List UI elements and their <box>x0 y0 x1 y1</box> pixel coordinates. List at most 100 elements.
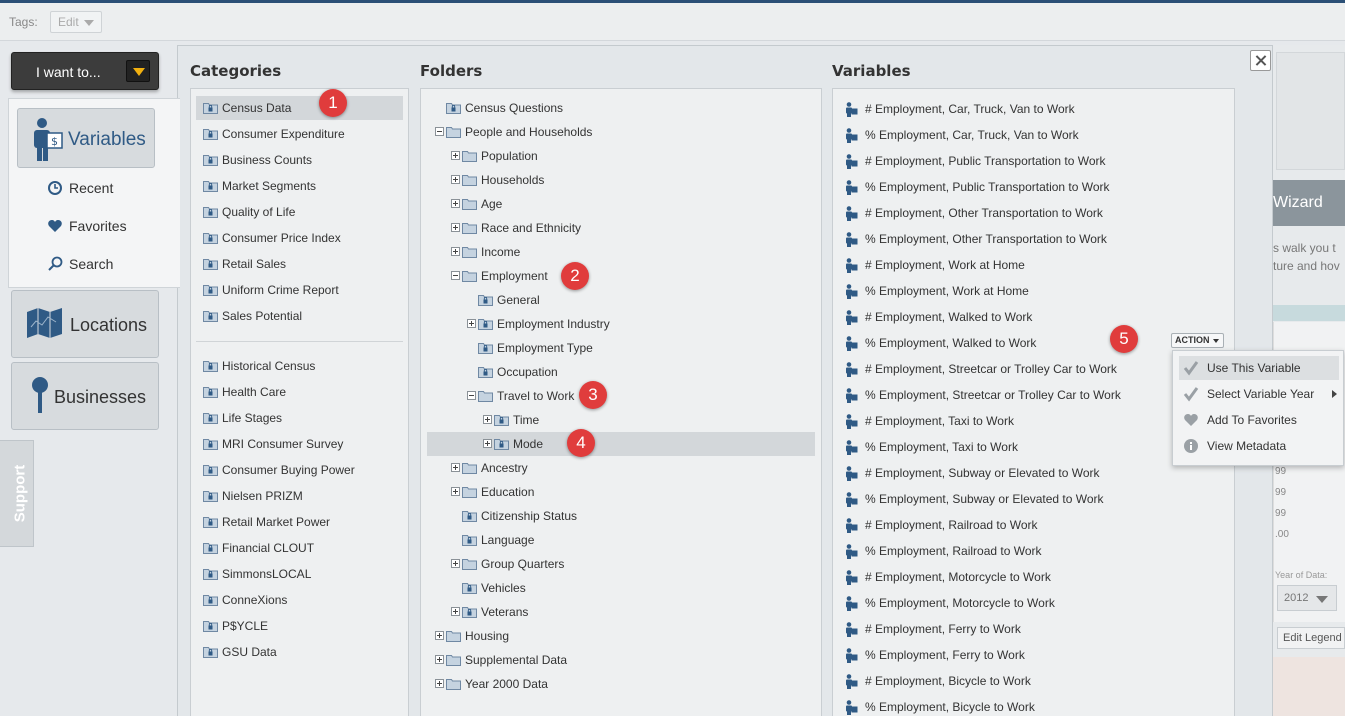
category-item[interactable]: Retail Market Power <box>196 510 403 534</box>
variable-item[interactable]: % Employment, Public Transportation to W… <box>839 175 1229 199</box>
variable-item[interactable]: % Employment, Taxi to Work <box>839 435 1229 459</box>
category-item[interactable]: Consumer Expenditure <box>196 122 403 146</box>
action-button[interactable]: ACTION <box>1171 333 1224 348</box>
variable-item[interactable]: # Employment, Streetcar or Trolley Car t… <box>839 357 1229 381</box>
nav-recent[interactable]: Recent <box>47 179 167 201</box>
variable-item[interactable]: # Employment, Other Transportation to Wo… <box>839 201 1229 225</box>
expand-icon[interactable] <box>451 199 460 208</box>
locations-nav-button[interactable]: Locations <box>11 290 159 358</box>
support-tab[interactable]: Support <box>0 440 34 547</box>
variable-item[interactable]: # Employment, Railroad to Work <box>839 513 1229 537</box>
collapse-icon[interactable] <box>435 127 444 136</box>
tags-edit-dropdown[interactable]: Edit <box>50 11 102 33</box>
expand-icon[interactable] <box>451 175 460 184</box>
folder-tree-item[interactable]: Year 2000 Data <box>427 672 815 696</box>
folder-tree-item[interactable]: General <box>427 288 815 312</box>
variable-item[interactable]: % Employment, Bicycle to Work <box>839 695 1229 716</box>
nav-favorites[interactable]: Favorites <box>47 217 167 239</box>
folder-tree-item[interactable]: Housing <box>427 624 815 648</box>
category-item[interactable]: Consumer Price Index <box>196 226 403 250</box>
expand-icon[interactable] <box>451 247 460 256</box>
category-item[interactable]: P$YCLE <box>196 614 403 638</box>
folder-tree-item[interactable]: Travel to Work <box>427 384 815 408</box>
menu-add-to-favorites[interactable]: Add To Favorites <box>1179 408 1339 432</box>
folder-tree-item[interactable]: Language <box>427 528 815 552</box>
variables-nav-button[interactable]: $ Variables <box>17 108 155 168</box>
category-item[interactable]: SimmonsLOCAL <box>196 562 403 586</box>
variable-item[interactable]: # Employment, Walked to Work <box>839 305 1229 329</box>
variable-item[interactable]: % Employment, Other Transportation to Wo… <box>839 227 1229 251</box>
category-item[interactable]: Consumer Buying Power <box>196 458 403 482</box>
category-item[interactable]: Health Care <box>196 380 403 404</box>
variable-item[interactable]: % Employment, Railroad to Work <box>839 539 1229 563</box>
folder-tree-item[interactable]: Employment Industry <box>427 312 815 336</box>
collapse-icon[interactable] <box>451 271 460 280</box>
variable-item[interactable]: % Employment, Motorcycle to Work <box>839 591 1229 615</box>
expand-icon[interactable] <box>451 223 460 232</box>
folder-tree-item[interactable]: Vehicles <box>427 576 815 600</box>
edit-legend-button[interactable]: Edit Legend <box>1277 627 1345 649</box>
category-item[interactable]: Life Stages <box>196 406 403 430</box>
menu-use-this-variable[interactable]: Use This Variable <box>1179 356 1339 380</box>
folder-tree-item[interactable]: Employment Type <box>427 336 815 360</box>
category-item[interactable]: Business Counts <box>196 148 403 172</box>
folder-tree-item[interactable]: Employment <box>427 264 815 288</box>
folder-tree-item[interactable]: Citizenship Status <box>427 504 815 528</box>
expand-icon[interactable] <box>435 631 444 640</box>
variable-item[interactable]: % Employment, Car, Truck, Van to Work <box>839 123 1229 147</box>
variable-item[interactable]: # Employment, Public Transportation to W… <box>839 149 1229 173</box>
folder-tree-item[interactable]: Group Quarters <box>427 552 815 576</box>
folder-tree-item[interactable]: Census Questions <box>427 96 815 120</box>
expand-icon[interactable] <box>467 319 476 328</box>
expand-icon[interactable] <box>451 463 460 472</box>
category-item[interactable]: Sales Potential <box>196 304 403 328</box>
variable-item[interactable]: % Employment, Work at Home <box>839 279 1229 303</box>
variable-item[interactable]: % Employment, Ferry to Work <box>839 643 1229 667</box>
folder-tree-item[interactable]: Supplemental Data <box>427 648 815 672</box>
menu-select-variable-year[interactable]: Select Variable Year <box>1179 382 1339 406</box>
folder-tree-item[interactable]: Veterans <box>427 600 815 624</box>
variable-item[interactable]: # Employment, Car, Truck, Van to Work <box>839 97 1229 121</box>
folder-tree-item[interactable]: Time <box>427 408 815 432</box>
folder-tree-item[interactable]: Age <box>427 192 815 216</box>
folder-tree-item[interactable]: Occupation <box>427 360 815 384</box>
folder-tree-item[interactable]: People and Households <box>427 120 815 144</box>
variable-item[interactable]: # Employment, Bicycle to Work <box>839 669 1229 693</box>
variable-item[interactable]: # Employment, Ferry to Work <box>839 617 1229 641</box>
category-item[interactable]: Market Segments <box>196 174 403 198</box>
variable-item[interactable]: # Employment, Subway or Elevated to Work <box>839 461 1229 485</box>
dropdown-arrow-icon[interactable] <box>126 60 150 82</box>
folder-tree-item[interactable]: Race and Ethnicity <box>427 216 815 240</box>
category-item[interactable]: Financial CLOUT <box>196 536 403 560</box>
expand-icon[interactable] <box>483 415 492 424</box>
variable-item[interactable]: % Employment, Subway or Elevated to Work <box>839 487 1229 511</box>
category-item[interactable]: GSU Data <box>196 640 403 664</box>
category-item[interactable]: MRI Consumer Survey <box>196 432 403 456</box>
folder-tree-item[interactable]: Mode <box>427 432 815 456</box>
category-item[interactable]: Census Data <box>196 96 403 120</box>
businesses-nav-button[interactable]: Businesses <box>11 362 159 430</box>
category-item[interactable]: Historical Census <box>196 354 403 378</box>
expand-icon[interactable] <box>451 151 460 160</box>
folder-tree-item[interactable]: Population <box>427 144 815 168</box>
category-item[interactable]: ConneXions <box>196 588 403 612</box>
folder-tree-item[interactable]: Income <box>427 240 815 264</box>
nav-search[interactable]: Search <box>47 255 167 277</box>
variable-item[interactable]: # Employment, Taxi to Work <box>839 409 1229 433</box>
i-want-to-dropdown[interactable]: I want to... <box>11 52 159 90</box>
category-item[interactable]: Retail Sales <box>196 252 403 276</box>
expand-icon[interactable] <box>451 487 460 496</box>
variable-item[interactable]: % Employment, Streetcar or Trolley Car t… <box>839 383 1229 407</box>
expand-icon[interactable] <box>451 559 460 568</box>
category-item[interactable]: Uniform Crime Report <box>196 278 403 302</box>
category-item[interactable]: Quality of Life <box>196 200 403 224</box>
expand-icon[interactable] <box>435 679 444 688</box>
expand-icon[interactable] <box>451 607 460 616</box>
category-item[interactable]: Nielsen PRIZM <box>196 484 403 508</box>
collapse-icon[interactable] <box>467 391 476 400</box>
expand-icon[interactable] <box>483 439 492 448</box>
expand-icon[interactable] <box>435 655 444 664</box>
variable-item[interactable]: # Employment, Work at Home <box>839 253 1229 277</box>
variable-item[interactable]: # Employment, Motorcycle to Work <box>839 565 1229 589</box>
close-button[interactable] <box>1250 50 1271 71</box>
